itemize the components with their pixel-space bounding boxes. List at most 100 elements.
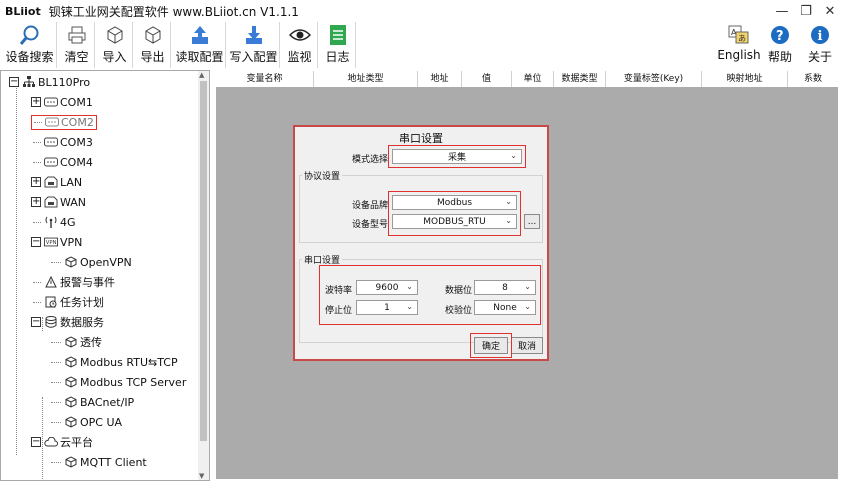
restore-button[interactable]: ❐ (794, 0, 818, 22)
log-button[interactable]: 日志 (320, 22, 356, 68)
tree-item-mqtt-client[interactable]: MQTT Client (51, 453, 147, 471)
tree-item-label: 报警与事件 (60, 276, 115, 289)
tree-item-passthrough[interactable]: 透传 (51, 333, 102, 351)
tree-connector (33, 281, 41, 283)
minimize-button[interactable]: — (770, 0, 794, 22)
tree-connector (51, 341, 61, 343)
tree-item-tasks[interactable]: 任务计划 (33, 293, 104, 311)
import-label: 导入 (102, 50, 127, 64)
column-header[interactable]: 系数 (788, 71, 838, 87)
about-button[interactable]: i 关于 (802, 22, 838, 68)
expand-icon[interactable]: + (31, 177, 41, 187)
tree-item-label: OPC UA (80, 415, 123, 429)
tree-connector (33, 141, 41, 143)
schedule-icon (44, 296, 58, 308)
scroll-up-icon[interactable]: ▲ (199, 71, 204, 79)
tree-connector (51, 381, 61, 383)
tree-item-modbus-rtu-tcp[interactable]: Modbus RTU⇆TCP (51, 353, 178, 371)
upload-icon (189, 24, 211, 46)
protocol-group-title: 协议设置 (302, 169, 343, 182)
toolbar: 设备搜索 清空 导入 导出 读取配置 写入配置 监视 日志 A あ Englis… (0, 22, 842, 68)
tree-item-cloud[interactable]: − 云平台 (31, 433, 93, 451)
clear-button[interactable]: 清空 (59, 22, 95, 68)
read-config-label: 读取配置 (175, 50, 224, 64)
app-window: BLiiot 钡铼工业网关配置软件 www.BLiiot.cn V1.1.1 —… (0, 0, 842, 481)
column-header[interactable]: 变量标签(Key) (606, 71, 702, 87)
tree-connector (51, 461, 61, 463)
window-title: 钡铼工业网关配置软件 www.BLiiot.cn V1.1.1 (48, 4, 299, 19)
model-more-button[interactable]: ... (524, 214, 540, 229)
column-header[interactable]: 变量名称 (216, 71, 314, 87)
expand-icon[interactable]: + (31, 197, 41, 207)
tree-item-opc-ua[interactable]: OPC UA (51, 413, 122, 431)
cube-icon (64, 356, 78, 368)
serial-port-icon (44, 96, 58, 108)
tree-scrollbar[interactable]: ▲ ▼ (198, 71, 209, 480)
tree-item-vpn[interactable]: − VPN VPN (31, 233, 82, 251)
tree-item-label: COM3 (60, 135, 93, 149)
tree-connector (51, 421, 61, 423)
scroll-thumb[interactable] (200, 81, 207, 441)
scroll-down-icon[interactable]: ▼ (199, 472, 204, 480)
tree-connector (34, 121, 42, 123)
collapse-icon[interactable]: − (31, 437, 41, 447)
tree-item-label: MQTT Client (80, 455, 147, 469)
tree-item-com2[interactable]: COM2 (31, 113, 97, 131)
alarm-icon (44, 276, 58, 288)
tree-connector (51, 361, 61, 363)
english-button[interactable]: Aあ English (716, 22, 762, 68)
tree-item-label: BACnet/IP (80, 395, 135, 409)
tree-item-wan[interactable]: + WAN (31, 193, 86, 211)
database-icon (44, 316, 58, 328)
column-header[interactable]: 单位 (512, 71, 554, 87)
tree-item-lan[interactable]: + LAN (31, 173, 82, 191)
tree-item-alarms[interactable]: 报警与事件 (33, 273, 115, 291)
network-icon (22, 76, 36, 88)
serial-port-icon (44, 136, 58, 148)
tree-item-label: 4G (60, 215, 76, 229)
cube-icon (64, 456, 78, 468)
collapse-icon[interactable]: − (31, 237, 41, 247)
tree-item-com3[interactable]: COM3 (33, 133, 93, 151)
collapse-icon[interactable]: − (31, 317, 41, 327)
export-button[interactable]: 导出 (135, 22, 171, 68)
tree-item-label: VPN (60, 235, 83, 249)
cube-icon (64, 336, 78, 348)
tree-item-label: 云平台 (60, 436, 93, 449)
column-header[interactable]: 数据类型 (554, 71, 606, 87)
import-button[interactable]: 导入 (97, 22, 133, 68)
close-button[interactable]: ✕ (818, 0, 842, 22)
monitor-button[interactable]: 监视 (282, 22, 318, 68)
cancel-button[interactable]: 取消 (511, 337, 543, 354)
tree-item-bacnet[interactable]: BACnet/IP (51, 393, 134, 411)
read-config-button[interactable]: 读取配置 (174, 22, 226, 68)
tree-item-label: 数据服务 (60, 316, 104, 329)
collapse-icon[interactable]: − (9, 77, 19, 87)
tree-item-label: WAN (60, 195, 87, 209)
tree-item-data-services[interactable]: − 数据服务 (31, 313, 104, 331)
column-header[interactable]: 地址 (418, 71, 462, 87)
brand-label: 设备品牌 (351, 201, 388, 211)
serial-settings-dialog: 串口设置 模式选择 采集 ⌄ 协议设置 设备品牌 Modbus ⌄ 设备型号 M… (293, 125, 549, 361)
serial-highlight (319, 265, 541, 325)
cube-icon (64, 396, 78, 408)
tree-item-label: 透传 (80, 336, 102, 349)
column-header[interactable]: 映射地址 (702, 71, 788, 87)
tree-item-com1[interactable]: + COM1 (31, 93, 93, 111)
tree-item-modbus-tcp-server[interactable]: Modbus TCP Server (51, 373, 186, 391)
column-header[interactable]: 地址类型 (314, 71, 418, 87)
antenna-icon (44, 216, 58, 228)
expand-icon[interactable]: + (31, 97, 41, 107)
tree-connector (33, 161, 41, 163)
column-header[interactable]: 值 (462, 71, 512, 87)
download-icon (243, 24, 265, 46)
mode-label: 模式选择 (351, 155, 388, 165)
tree-item-openvpn[interactable]: OpenVPN (51, 253, 132, 271)
device-search-button[interactable]: 设备搜索 (3, 22, 57, 68)
tree-root[interactable]: − BL110Pro (9, 73, 90, 91)
cloud-icon (44, 436, 58, 448)
tree-item-4g[interactable]: 4G (33, 213, 76, 231)
tree-item-com4[interactable]: COM4 (33, 153, 93, 171)
help-button[interactable]: ? 帮助 (764, 22, 796, 68)
write-config-button[interactable]: 写入配置 (228, 22, 280, 68)
